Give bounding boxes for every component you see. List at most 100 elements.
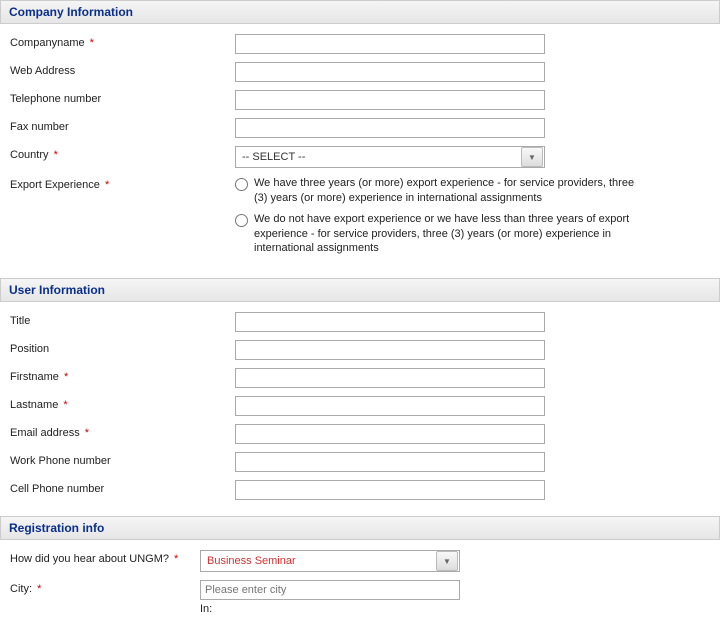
- label-text: Cell Phone number: [10, 483, 104, 495]
- export-exp-text-1: We have three years (or more) export exp…: [254, 176, 635, 206]
- label-telephone: Telephone number: [10, 90, 235, 105]
- required-marker: *: [35, 583, 41, 595]
- row-country: Country * -- SELECT -- ▼: [0, 142, 720, 172]
- form-body-registration: How did you hear about UNGM? * Business …: [0, 540, 720, 625]
- label-text: How did you hear about UNGM?: [10, 553, 169, 565]
- control-cell: [235, 424, 710, 444]
- position-input[interactable]: [235, 340, 545, 360]
- company-name-input[interactable]: [235, 34, 545, 54]
- required-marker: *: [62, 371, 68, 383]
- label-text: Title: [10, 315, 30, 327]
- control-cell: [235, 480, 710, 500]
- row-export-experience: Export Experience * We have three years …: [0, 172, 720, 266]
- label-position: Position: [10, 340, 235, 355]
- firstname-input[interactable]: [235, 368, 545, 388]
- label-title: Title: [10, 312, 235, 327]
- required-marker: *: [61, 399, 67, 411]
- control-cell: [235, 62, 710, 82]
- section-header-user: User Information: [0, 278, 720, 302]
- row-telephone: Telephone number: [0, 86, 720, 114]
- label-text: Export Experience: [10, 179, 100, 191]
- export-exp-radio-1[interactable]: [235, 178, 248, 191]
- country-select[interactable]: -- SELECT -- ▼: [235, 146, 545, 168]
- label-text: Fax number: [10, 121, 69, 133]
- telephone-input[interactable]: [235, 90, 545, 110]
- row-workphone: Work Phone number: [0, 448, 720, 476]
- control-cell: [235, 368, 710, 388]
- label-text: Email address: [10, 427, 80, 439]
- row-web-address: Web Address: [0, 58, 720, 86]
- form-body-user: Title Position Firstname *: [0, 302, 720, 510]
- control-cell: In:: [200, 580, 710, 615]
- label-firstname: Firstname *: [10, 368, 235, 383]
- how-hear-select-value: Business Seminar: [201, 553, 435, 569]
- control-cell: [235, 312, 710, 332]
- email-input[interactable]: [235, 424, 545, 444]
- label-text: Work Phone number: [10, 455, 111, 467]
- export-exp-option-2: We do not have export experience or we h…: [235, 212, 635, 257]
- title-input[interactable]: [235, 312, 545, 332]
- chevron-down-icon[interactable]: ▼: [521, 147, 543, 167]
- row-title: Title: [0, 308, 720, 336]
- section-user-information: User Information Title Position Firstnam…: [0, 278, 720, 510]
- label-text: Web Address: [10, 65, 75, 77]
- label-cellphone: Cell Phone number: [10, 480, 235, 495]
- label-lastname: Lastname *: [10, 396, 235, 411]
- workphone-input[interactable]: [235, 452, 545, 472]
- label-country: Country *: [10, 146, 235, 161]
- label-workphone: Work Phone number: [10, 452, 235, 467]
- label-city: City: *: [10, 580, 200, 595]
- required-marker: *: [52, 149, 58, 161]
- required-marker: *: [103, 179, 109, 191]
- section-header-company: Company Information: [0, 0, 720, 24]
- country-select-value: -- SELECT --: [236, 149, 520, 165]
- control-cell: We have three years (or more) export exp…: [235, 176, 710, 262]
- label-fax: Fax number: [10, 118, 235, 133]
- city-input[interactable]: [200, 580, 460, 600]
- control-cell: [235, 340, 710, 360]
- export-exp-text-2: We do not have export experience or we h…: [254, 212, 635, 257]
- row-lastname: Lastname *: [0, 392, 720, 420]
- label-text: Companyname: [10, 37, 85, 49]
- label-email: Email address *: [10, 424, 235, 439]
- web-address-input[interactable]: [235, 62, 545, 82]
- label-text: Lastname: [10, 399, 58, 411]
- form-body-company: Companyname * Web Address Telephone numb…: [0, 24, 720, 272]
- control-cell: [235, 452, 710, 472]
- control-cell: [235, 90, 710, 110]
- row-fax: Fax number: [0, 114, 720, 142]
- control-cell: [235, 34, 710, 54]
- in-label: In:: [200, 603, 710, 615]
- label-text: City:: [10, 583, 32, 595]
- section-company-information: Company Information Companyname * Web Ad…: [0, 0, 720, 272]
- label-export-experience: Export Experience *: [10, 176, 235, 191]
- section-registration-info: Registration info How did you hear about…: [0, 516, 720, 625]
- label-text: Firstname: [10, 371, 59, 383]
- label-company-name: Companyname *: [10, 34, 235, 49]
- how-hear-select[interactable]: Business Seminar ▼: [200, 550, 460, 572]
- control-cell: [235, 396, 710, 416]
- row-company-name: Companyname *: [0, 30, 720, 58]
- cellphone-input[interactable]: [235, 480, 545, 500]
- label-text: Country: [10, 149, 49, 161]
- required-marker: *: [88, 37, 94, 49]
- export-exp-option-1: We have three years (or more) export exp…: [235, 176, 635, 206]
- fax-input[interactable]: [235, 118, 545, 138]
- lastname-input[interactable]: [235, 396, 545, 416]
- control-cell: -- SELECT -- ▼: [235, 146, 710, 168]
- label-text: Position: [10, 343, 49, 355]
- row-position: Position: [0, 336, 720, 364]
- label-web-address: Web Address: [10, 62, 235, 77]
- row-how-hear: How did you hear about UNGM? * Business …: [0, 546, 720, 576]
- label-how-hear: How did you hear about UNGM? *: [10, 550, 200, 565]
- required-marker: *: [172, 553, 178, 565]
- label-text: Telephone number: [10, 93, 101, 105]
- control-cell: Business Seminar ▼: [200, 550, 710, 572]
- row-cellphone: Cell Phone number: [0, 476, 720, 504]
- section-header-registration: Registration info: [0, 516, 720, 540]
- control-cell: [235, 118, 710, 138]
- chevron-down-icon[interactable]: ▼: [436, 551, 458, 571]
- row-firstname: Firstname *: [0, 364, 720, 392]
- export-exp-radio-2[interactable]: [235, 214, 248, 227]
- row-email: Email address *: [0, 420, 720, 448]
